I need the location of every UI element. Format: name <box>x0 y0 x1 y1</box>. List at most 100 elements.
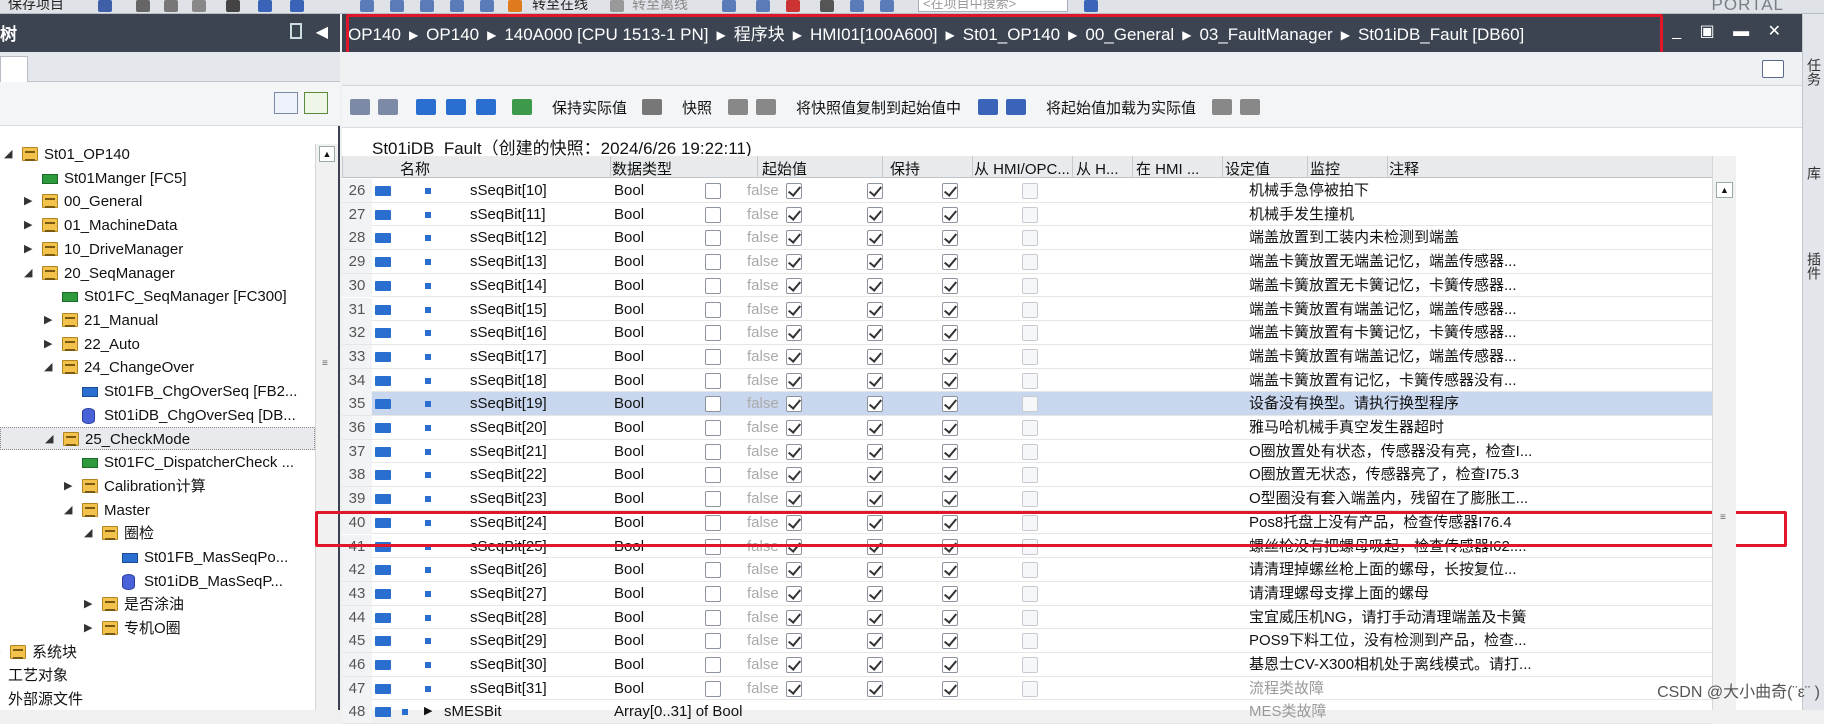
accessible-devices-icon[interactable] <box>722 0 736 12</box>
column-header[interactable]: 保持 <box>890 158 920 179</box>
go-online-button[interactable]: 转至在线 <box>532 0 588 13</box>
writable-hmi-checkbox[interactable] <box>867 562 883 579</box>
variable-datatype[interactable]: Bool <box>614 440 754 463</box>
variable-name[interactable]: sSeqBit[11] <box>470 203 600 226</box>
retain-checkbox[interactable] <box>705 562 721 579</box>
visible-hmi-checkbox[interactable] <box>942 443 958 460</box>
tree-collapsed-icon[interactable]: ▶ <box>24 214 36 237</box>
collapse-all-icon[interactable] <box>446 99 466 115</box>
retain-checkbox[interactable] <box>705 491 721 508</box>
split-horizontal-icon[interactable] <box>850 0 864 12</box>
list-view-icon[interactable] <box>476 99 496 115</box>
writable-hmi-checkbox[interactable] <box>867 609 883 626</box>
accessible-hmi-checkbox[interactable] <box>786 372 802 389</box>
panel-pin-icon[interactable] <box>290 23 302 39</box>
variable-comment[interactable]: 端盖卡簧放置无端盖记忆，端盖传感器... <box>1249 250 1709 273</box>
variable-comment[interactable]: 雅马哈机械手真空发生器超时 <box>1249 416 1709 439</box>
visible-hmi-checkbox[interactable] <box>942 183 958 199</box>
visible-hmi-checkbox[interactable] <box>942 657 958 673</box>
tree-node[interactable]: ▶ 是否涂油 <box>0 593 315 616</box>
variable-datatype[interactable]: Bool <box>614 653 754 676</box>
tree-node[interactable]: ◢ 25_CheckMode <box>0 427 315 451</box>
tree-expanded-icon[interactable]: ◢ <box>24 262 36 285</box>
table-row[interactable]: 37 sSeqBit[21] Bool false O圈放置处有状态，传感器没有亮，检查… <box>342 439 1712 464</box>
column-header[interactable]: 注释 <box>1389 158 1419 179</box>
variable-comment[interactable]: 端盖放置到工装内未检测到端盖 <box>1249 226 1709 249</box>
accessible-hmi-checkbox[interactable] <box>786 491 802 508</box>
writable-hmi-checkbox[interactable] <box>867 443 883 460</box>
setpoint-checkbox[interactable] <box>1022 396 1038 413</box>
variable-datatype[interactable]: Bool <box>614 369 754 392</box>
tree-node[interactable]: ◢ 24_ChangeOver <box>0 356 315 379</box>
accessible-hmi-checkbox[interactable] <box>786 183 802 199</box>
variable-datatype[interactable]: Bool <box>614 274 754 297</box>
visible-hmi-checkbox[interactable] <box>942 254 958 271</box>
copy-snapshot-icon[interactable] <box>728 99 748 115</box>
tree-node[interactable]: St01iDB_MasSeqP... <box>0 570 315 593</box>
tree-collapsed-icon[interactable]: ▶ <box>84 617 96 640</box>
keep-actual-icon[interactable] <box>512 99 532 115</box>
accessible-hmi-checkbox[interactable] <box>786 254 802 271</box>
variable-datatype[interactable]: Bool <box>614 345 754 368</box>
monitor-2-icon[interactable] <box>1240 99 1260 115</box>
cut-icon[interactable] <box>136 0 150 12</box>
setpoint-checkbox[interactable] <box>1022 183 1038 199</box>
save-project-button[interactable]: 保存项目 <box>8 0 64 13</box>
table-row[interactable]: 35 sSeqBit[19] Bool false 设备没有换型。请执行换型程序 <box>342 392 1712 416</box>
accessible-hmi-checkbox[interactable] <box>786 562 802 579</box>
tree-node[interactable]: 外部源文件 <box>0 688 315 711</box>
writable-hmi-checkbox[interactable] <box>867 230 883 247</box>
visible-hmi-checkbox[interactable] <box>942 230 958 247</box>
writable-hmi-checkbox[interactable] <box>867 420 883 436</box>
writable-hmi-checkbox[interactable] <box>867 491 883 508</box>
tree-expanded-icon[interactable]: ◢ <box>84 522 96 545</box>
tree-node[interactable]: St01Manger [FC5] <box>0 167 315 190</box>
retain-checkbox[interactable] <box>705 467 721 484</box>
tree-expanded-icon[interactable]: ◢ <box>4 143 16 166</box>
visible-hmi-checkbox[interactable] <box>942 467 958 484</box>
variable-datatype[interactable]: Bool <box>614 203 754 226</box>
writable-hmi-checkbox[interactable] <box>867 467 883 484</box>
variable-datatype[interactable]: Bool <box>614 226 754 249</box>
retain-checkbox[interactable] <box>705 420 721 436</box>
retain-checkbox[interactable] <box>705 254 721 271</box>
tree-node[interactable]: ▶ 00_General <box>0 190 315 213</box>
table-row[interactable]: 32 sSeqBit[16] Bool false 端盖卡簧放置有卡簧记忆，卡簧传感器.… <box>342 321 1712 345</box>
tree-scrollbar[interactable]: ▲ ≡ <box>315 144 338 710</box>
variable-name[interactable]: sSeqBit[31] <box>470 677 600 700</box>
load-start-2-icon[interactable] <box>1006 99 1026 115</box>
accessible-hmi-checkbox[interactable] <box>786 277 802 294</box>
compile-icon[interactable] <box>360 0 374 12</box>
go-offline-button[interactable]: 转至离线 <box>632 0 688 13</box>
tree-node[interactable]: ▶ 21_Manual <box>0 309 315 332</box>
table-row[interactable]: 33 sSeqBit[17] Bool false 端盖卡簧放置有端盖记忆，端盖传感器.… <box>342 344 1712 369</box>
detail-view-icon[interactable] <box>274 92 298 114</box>
variable-comment[interactable]: 端盖卡簧放置有端盖记忆，端盖传感器... <box>1249 298 1709 321</box>
print-icon[interactable] <box>98 0 112 12</box>
scroll-up-icon[interactable]: ▲ <box>319 146 335 162</box>
variable-comment[interactable]: 基恩士CV-X300相机处于离线模式。请打... <box>1249 653 1709 676</box>
tree-collapsed-icon[interactable]: ▶ <box>64 475 76 498</box>
accessible-hmi-checkbox[interactable] <box>786 325 802 342</box>
variable-datatype[interactable]: Bool <box>614 487 754 510</box>
variable-name[interactable]: sSeqBit[30] <box>470 653 600 676</box>
variable-comment[interactable]: 端盖卡簧放置有端盖记忆，端盖传感器... <box>1249 345 1709 368</box>
tree-node[interactable]: St01FB_ChgOverSeq [FB2... <box>0 380 315 403</box>
visible-hmi-checkbox[interactable] <box>942 420 958 436</box>
retain-checkbox[interactable] <box>705 680 721 697</box>
writable-hmi-checkbox[interactable] <box>867 680 883 697</box>
load-start-button[interactable]: 将起始值加载为实际值 <box>1046 97 1196 118</box>
visible-hmi-checkbox[interactable] <box>942 206 958 223</box>
variable-name[interactable]: sSeqBit[12] <box>470 226 600 249</box>
variable-datatype[interactable]: Bool <box>614 179 754 202</box>
expand-row-icon[interactable]: ▶ <box>424 700 432 723</box>
variable-comment[interactable]: 宝宜威压机NG，请打手动清理端盖及卡簧 <box>1249 606 1709 629</box>
paste-icon[interactable] <box>192 0 206 12</box>
window-controls[interactable]: _ ▣ ▬ ✕ <box>1672 21 1788 41</box>
column-header[interactable]: 从 HMI/OPC... <box>974 158 1070 179</box>
table-row[interactable]: 28 sSeqBit[12] Bool false 端盖放置到工装内未检测到端盖 <box>342 226 1712 251</box>
task-card-tab[interactable]: 插件 <box>1804 252 1824 280</box>
writable-hmi-checkbox[interactable] <box>867 372 883 389</box>
insert-row-icon[interactable] <box>350 99 370 115</box>
variable-comment[interactable]: O圈放置无状态，传感器亮了，检查I75.3 <box>1249 463 1709 486</box>
